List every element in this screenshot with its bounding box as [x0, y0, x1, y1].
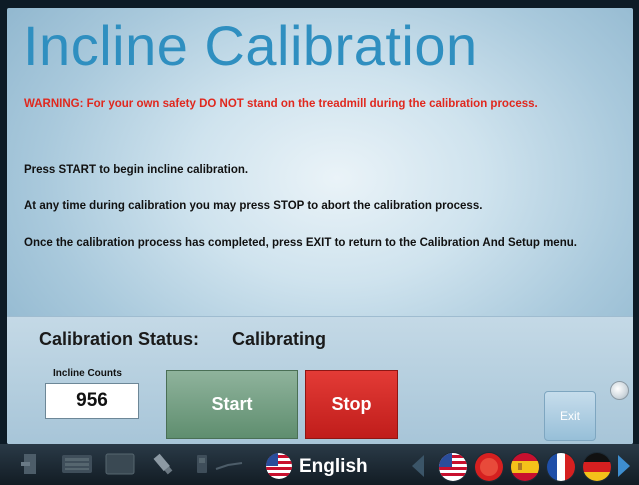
germany-flag-icon[interactable]	[582, 452, 612, 482]
exit-button[interactable]: Exit	[544, 391, 596, 441]
screen-icon[interactable]	[104, 451, 136, 477]
flags-scroll-left-icon[interactable]	[412, 455, 424, 477]
exit-indicator-icon	[610, 381, 629, 400]
phone-icon[interactable]	[194, 451, 210, 477]
spain-flag-icon[interactable]	[510, 452, 540, 482]
page-title: Incline Calibration	[23, 14, 478, 77]
flags-scroll-right-icon[interactable]	[618, 455, 630, 477]
us-flag-icon[interactable]	[438, 452, 468, 482]
status-value: Calibrating	[232, 329, 327, 349]
language-label[interactable]: English	[299, 456, 368, 478]
app-frame: Incline Calibration WARNING: For your ow…	[0, 0, 639, 485]
exit-door-icon[interactable]	[18, 451, 44, 477]
headphones-icon[interactable]	[214, 451, 244, 477]
keypad-icon[interactable]	[60, 451, 94, 477]
incline-counts-label: Incline Counts	[53, 368, 122, 379]
stop-button[interactable]: Stop	[305, 370, 398, 439]
incline-counts-value: 956	[45, 383, 139, 419]
japan-flag-icon[interactable]	[474, 452, 504, 482]
safety-warning: WARNING: For your own safety DO NOT stan…	[24, 98, 538, 110]
us-language-flag-icon[interactable]	[266, 453, 292, 479]
usb-icon[interactable]	[150, 451, 176, 477]
start-button[interactable]: Start	[166, 370, 298, 439]
instruction-stop: At any time during calibration you may p…	[24, 200, 483, 212]
instruction-start: Press START to begin incline calibration…	[24, 164, 249, 176]
main-screen: Incline Calibration WARNING: For your ow…	[7, 8, 633, 444]
france-flag-icon[interactable]	[546, 452, 576, 482]
status-label: Calibration Status:	[39, 329, 200, 349]
status-panel: Calibration Status: Calibrating Incline …	[7, 316, 633, 444]
instruction-exit: Once the calibration process has complet…	[24, 237, 577, 249]
